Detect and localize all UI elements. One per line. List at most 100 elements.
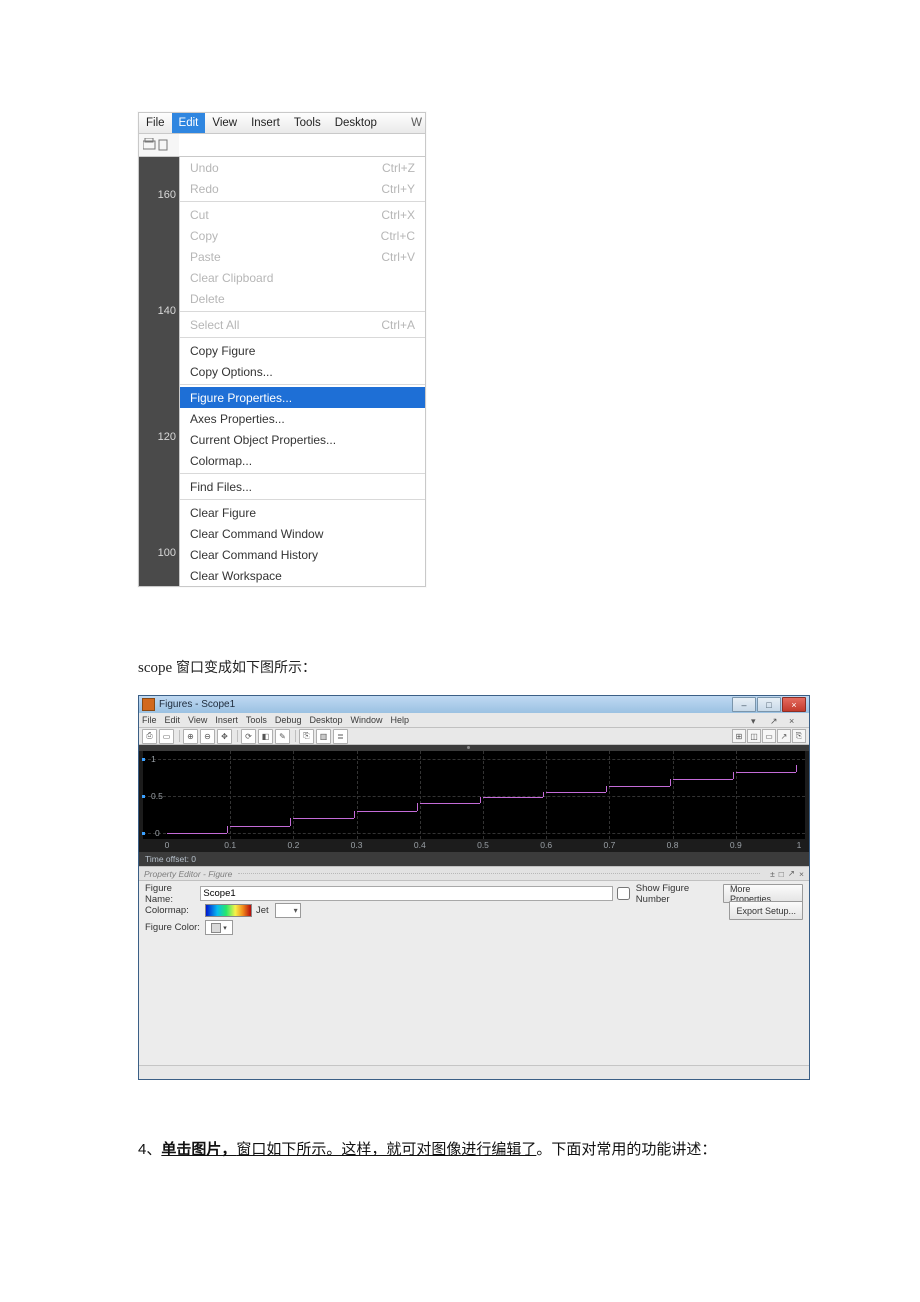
menu-item-label: Copy Figure xyxy=(190,344,255,358)
figmenu-edit[interactable]: Edit xyxy=(165,715,181,725)
brush-icon[interactable]: ✎ xyxy=(275,729,290,744)
figmenu-debug[interactable]: Debug xyxy=(275,715,302,725)
menu-separator xyxy=(180,384,425,385)
menu-item-current-object-properties[interactable]: Current Object Properties... xyxy=(180,429,425,450)
menu-item-clear-workspace[interactable]: Clear Workspace xyxy=(180,565,425,586)
menu-item-shortcut: Ctrl+Y xyxy=(381,182,415,196)
statusbar xyxy=(139,1065,809,1079)
menu-separator xyxy=(180,473,425,474)
caption-zh: 窗口变成如下图所示： xyxy=(172,659,316,675)
menu-edit[interactable]: Edit xyxy=(172,113,206,133)
legend-icon[interactable]: ≣ xyxy=(333,729,348,744)
menu-item-label: Copy xyxy=(190,229,218,243)
layout-btn-0[interactable]: ⊞ xyxy=(732,729,746,743)
menubar-ctrl-2[interactable]: × xyxy=(789,716,798,725)
colormap-dropdown[interactable]: ▾ xyxy=(275,903,301,918)
figmenu-insert[interactable]: Insert xyxy=(215,715,238,725)
figmenu-help[interactable]: Help xyxy=(391,715,410,725)
curve-riser xyxy=(670,779,671,786)
dock-close-icon[interactable]: × xyxy=(799,869,804,879)
figure-name-label: Figure Name: xyxy=(145,883,200,905)
figure-color-picker[interactable]: ▾ xyxy=(205,920,233,935)
menu-item-label: Find Files... xyxy=(190,480,252,494)
menubar: FileEditViewInsertToolsDesktop W xyxy=(139,113,425,134)
menu-item-figure-properties[interactable]: Figure Properties... xyxy=(180,387,425,408)
menu-view[interactable]: View xyxy=(205,113,244,133)
step-4-tail: 。下面对常用的功能讲述： xyxy=(536,1141,716,1158)
x-tick-label: 0.4 xyxy=(414,840,426,850)
new-icon[interactable]: ▭ xyxy=(159,729,174,744)
x-tick-label: 0.9 xyxy=(730,840,742,850)
menu-item-clear-command-history[interactable]: Clear Command History xyxy=(180,544,425,565)
figmenu-view[interactable]: View xyxy=(188,715,207,725)
figmenu-tools[interactable]: Tools xyxy=(246,715,267,725)
figure-name-input[interactable] xyxy=(200,886,612,901)
menu-desktop[interactable]: Desktop xyxy=(328,113,384,133)
close-button[interactable]: × xyxy=(782,697,806,712)
link-icon[interactable]: ⎘ xyxy=(299,729,314,744)
menu-item-colormap[interactable]: Colormap... xyxy=(180,450,425,471)
step-4-bold: 单击图片， xyxy=(161,1141,236,1158)
menubar-ctrl-0[interactable]: ▾ xyxy=(751,716,760,725)
pan-icon[interactable]: ✥ xyxy=(217,729,232,744)
curve-segment xyxy=(420,803,480,804)
layout-btn-3[interactable]: ↗ xyxy=(777,729,791,743)
figmenu-window[interactable]: Window xyxy=(350,715,382,725)
x-tick-label: 0.7 xyxy=(603,840,615,850)
maximize-button[interactable]: □ xyxy=(757,697,781,712)
menu-item-find-files[interactable]: Find Files... xyxy=(180,476,425,497)
menu-item-cut: CutCtrl+X xyxy=(180,204,425,225)
x-tick-label: 0.6 xyxy=(540,840,552,850)
figmenu-file[interactable]: File xyxy=(142,715,157,725)
gridline-h xyxy=(143,759,805,760)
y-tick-mark xyxy=(142,758,145,761)
x-tick-label: 1 xyxy=(797,840,802,850)
data-cursor-icon[interactable]: ◧ xyxy=(258,729,273,744)
curve-segment xyxy=(736,772,796,773)
colormap-name: Jet xyxy=(256,905,269,916)
curve-segment xyxy=(167,833,227,834)
dock-undock-icon[interactable]: ↗ xyxy=(788,868,795,879)
dock-max-icon[interactable]: □ xyxy=(779,869,784,879)
menu-item-copy-figure[interactable]: Copy Figure xyxy=(180,340,425,361)
layout-btn-4[interactable]: ⎘ xyxy=(792,729,806,743)
menu-item-shortcut: Ctrl+X xyxy=(381,208,415,222)
menu-item-shortcut: Ctrl+A xyxy=(381,318,415,332)
menu-tools[interactable]: Tools xyxy=(287,113,328,133)
menu-item-axes-properties[interactable]: Axes Properties... xyxy=(180,408,425,429)
gridline-v xyxy=(483,751,484,839)
menu-item-label: Copy Options... xyxy=(190,365,273,379)
rotate-icon[interactable]: ⟳ xyxy=(241,729,256,744)
x-tick-label: 0 xyxy=(165,840,170,850)
menubar-ctrl-1[interactable]: ↗ xyxy=(770,716,779,725)
zoom-in-icon[interactable]: ⊕ xyxy=(183,729,198,744)
titlebar[interactable]: Figures - Scope1 – □ × xyxy=(139,696,809,713)
show-figure-number-checkbox[interactable] xyxy=(617,887,630,900)
colorbar-icon[interactable]: ▥ xyxy=(316,729,331,744)
menu-item-shortcut: Ctrl+Z xyxy=(382,161,415,175)
menu-item-clear-figure[interactable]: Clear Figure xyxy=(180,502,425,523)
print-icon[interactable]: ⎙ xyxy=(142,729,157,744)
menu-item-label: Clear Figure xyxy=(190,506,256,520)
menu-item-label: Clear Command History xyxy=(190,548,318,562)
zoom-out-icon[interactable]: ⊖ xyxy=(200,729,215,744)
curve-riser xyxy=(480,797,481,803)
minimize-button[interactable]: – xyxy=(732,697,756,712)
menu-insert[interactable]: Insert xyxy=(244,113,287,133)
dock-plus-icon[interactable]: ± xyxy=(770,869,775,879)
x-tick-label: 0.8 xyxy=(667,840,679,850)
menu-file[interactable]: File xyxy=(139,113,172,133)
curve-segment xyxy=(609,786,669,787)
curve-segment xyxy=(483,797,543,798)
curve-riser xyxy=(417,803,418,810)
menu-item-label: Figure Properties... xyxy=(190,391,292,405)
scope-plot[interactable]: 00.10.20.30.40.50.60.70.80.9100.51 xyxy=(143,751,805,839)
color-swatch-icon xyxy=(211,923,221,933)
menubar-overflow: W xyxy=(411,117,425,129)
layout-btn-2[interactable]: ▭ xyxy=(762,729,776,743)
menu-item-copy-options[interactable]: Copy Options... xyxy=(180,361,425,382)
figmenu-desktop[interactable]: Desktop xyxy=(309,715,342,725)
layout-btn-1[interactable]: ◫ xyxy=(747,729,761,743)
menu-item-clear-command-window[interactable]: Clear Command Window xyxy=(180,523,425,544)
export-setup-button[interactable]: Export Setup... xyxy=(729,901,803,920)
